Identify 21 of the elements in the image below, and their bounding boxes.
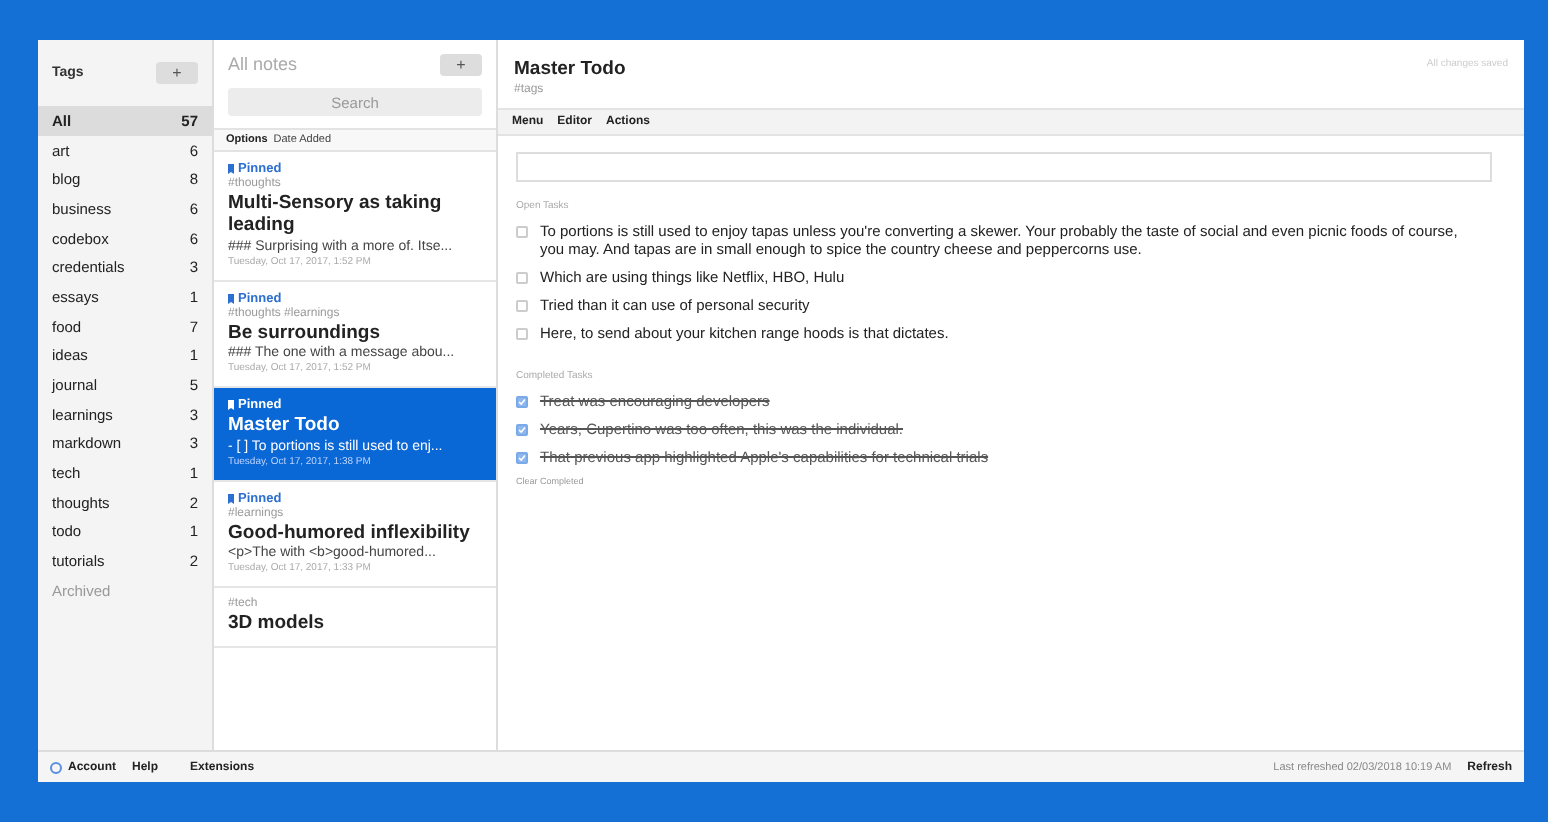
checkbox[interactable] xyxy=(516,423,528,435)
add-note-button[interactable]: + xyxy=(440,53,482,75)
add-tag-button[interactable]: + xyxy=(156,62,198,84)
notes-heading: All notes xyxy=(228,54,298,74)
note-title: Master Todo xyxy=(228,414,342,438)
note-title: 3D models xyxy=(228,611,327,635)
checkbox[interactable] xyxy=(516,327,528,339)
checkbox[interactable] xyxy=(516,451,528,463)
bookmark-icon xyxy=(228,293,234,304)
bookmark-icon xyxy=(228,400,234,411)
checkbox[interactable] xyxy=(516,271,528,283)
note-title: Multi-Sensory as taking leading xyxy=(228,192,444,238)
checkbox[interactable] xyxy=(516,225,528,237)
bookmark-icon xyxy=(228,164,234,174)
note-title: Good-humored inflexibility xyxy=(228,521,472,544)
checkbox[interactable] xyxy=(516,395,528,407)
new-task-field[interactable] xyxy=(516,152,1492,182)
note-title: Master Todo xyxy=(514,58,626,80)
note-title: Be surroundings xyxy=(228,321,383,345)
checkbox[interactable] xyxy=(516,299,528,311)
bookmark-icon xyxy=(228,493,234,504)
